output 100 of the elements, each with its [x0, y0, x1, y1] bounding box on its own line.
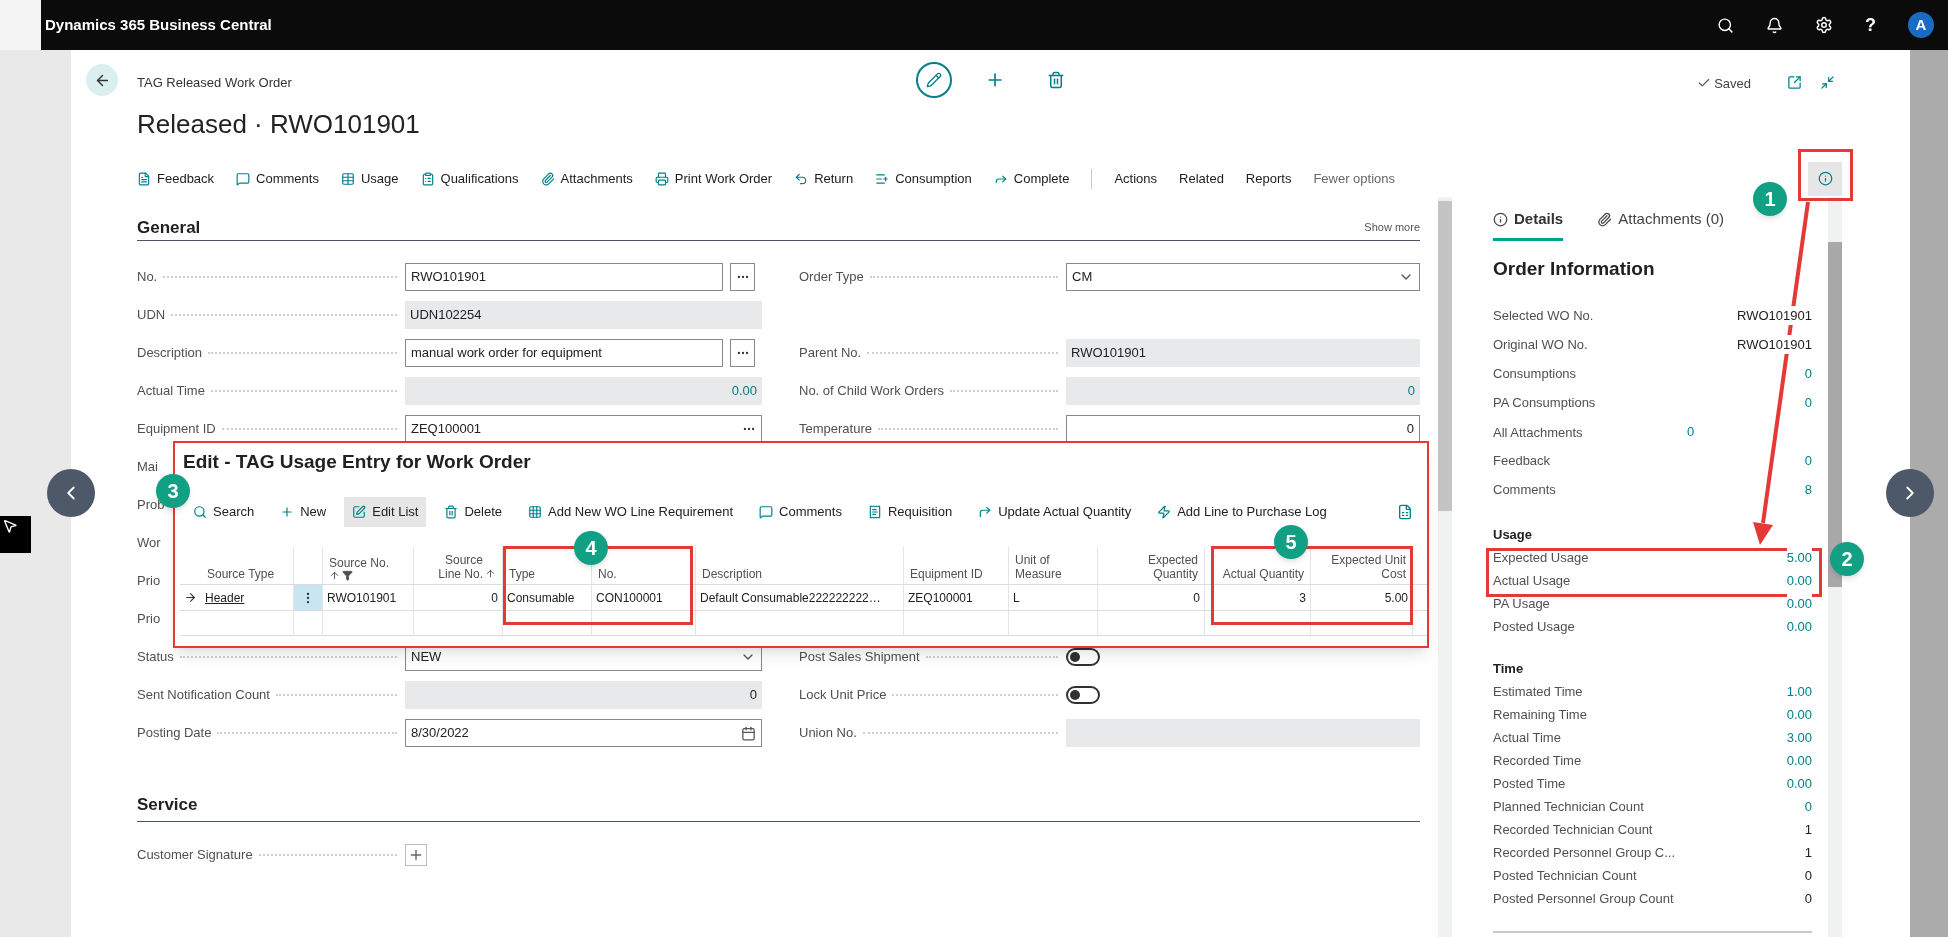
open-new-window-icon[interactable]: [1787, 75, 1802, 90]
text-field[interactable]: RWO101901: [405, 263, 723, 291]
info-value[interactable]: 0: [1687, 421, 1695, 442]
table-cell-text: 0: [1193, 589, 1200, 607]
text-field[interactable]: ZEQ100001: [411, 419, 482, 439]
action-button[interactable]: Qualifications: [420, 168, 519, 189]
read-only-field: 0.00: [405, 377, 762, 405]
column-header[interactable]: Description: [702, 567, 763, 581]
field-label: Customer Signature: [137, 846, 253, 865]
previous-button[interactable]: [47, 469, 95, 517]
paperclip-icon: [1597, 212, 1613, 227]
pointer-icon: [2, 518, 18, 534]
table-icon: [340, 171, 355, 186]
dialog-title: Edit - TAG Usage Entry for Work Order: [183, 451, 532, 473]
speech-bubble-icon: [759, 505, 774, 519]
action-button[interactable]: Complete: [993, 168, 1070, 189]
table-cell-text: 5.00: [1384, 589, 1408, 607]
dropdown-field[interactable]: NEW: [411, 647, 442, 667]
toggle-switch[interactable]: [1066, 686, 1100, 704]
toolbar-button[interactable]: Edit List: [344, 497, 427, 527]
read-only-field: UDN102254: [405, 301, 762, 329]
toggle-switch[interactable]: [1066, 648, 1100, 666]
action-button[interactable]: Usage: [340, 168, 399, 189]
info-icon: [1493, 212, 1508, 227]
bell-icon[interactable]: [1766, 16, 1783, 34]
column-header[interactable]: Source Line No.: [420, 553, 496, 581]
table-cell-text: 0: [491, 589, 498, 607]
list-plus-icon: [875, 171, 890, 186]
printer-icon: [654, 171, 669, 186]
add-button[interactable]: [405, 844, 427, 866]
scrollbar-thumb[interactable]: [1828, 242, 1842, 587]
search-icon: [193, 505, 207, 519]
page-caption: TAG Released Work Order: [137, 74, 293, 92]
column-header[interactable]: Source No.: [329, 556, 390, 581]
field-label: Lock Unit Price: [799, 686, 887, 705]
text-field[interactable]: manual work order for equipment: [405, 339, 723, 367]
group-heading: Time: [1493, 660, 1525, 679]
field-label: Post Sales Shipment: [799, 648, 920, 667]
column-header[interactable]: No.: [598, 567, 617, 581]
lookup-button[interactable]: [730, 339, 755, 367]
highlight-box: [1798, 149, 1853, 201]
column-header[interactable]: Type: [509, 567, 535, 581]
receipt-icon: [867, 505, 882, 519]
date-field[interactable]: 8/30/2022: [411, 723, 469, 743]
spreadsheet-icon[interactable]: [1397, 504, 1413, 520]
field-label: No.: [137, 268, 158, 287]
trash-icon[interactable]: [1047, 71, 1065, 89]
info-label: Feedback: [1493, 451, 1551, 470]
action-button[interactable]: Consumption: [875, 168, 972, 189]
action-button[interactable]: Return: [794, 168, 854, 189]
calendar-icon[interactable]: [741, 725, 756, 741]
plus-icon: [408, 847, 424, 863]
menu-button[interactable]: Fewer options: [1313, 168, 1396, 189]
collapse-icon[interactable]: [1820, 75, 1835, 90]
scrollbar-thumb[interactable]: [1438, 201, 1452, 511]
lookup-button[interactable]: [730, 263, 755, 291]
check-icon: [1697, 76, 1712, 90]
column-header[interactable]: Equipment ID: [910, 567, 983, 581]
back-button[interactable]: [86, 64, 118, 96]
table-cell-text: ZEQ100001: [908, 589, 973, 607]
field-label: Posting Date: [137, 724, 212, 743]
user-avatar[interactable]: A: [1908, 12, 1934, 38]
pane-tab[interactable]: Attachments (0): [1597, 201, 1725, 241]
source-type-link[interactable]: Header: [205, 588, 245, 607]
action-button[interactable]: Feedback: [137, 168, 215, 189]
info-label: Remaining Time: [1493, 705, 1587, 724]
action-button[interactable]: Attachments: [540, 168, 633, 189]
info-icon: [1817, 171, 1833, 186]
field-label: Mai: [137, 458, 158, 477]
field-label: Status: [137, 648, 174, 667]
column-header[interactable]: Expected Unit Cost: [1317, 553, 1406, 581]
help-button[interactable]: ?: [1865, 11, 1876, 39]
speech-bubble-icon: [236, 171, 251, 186]
edit-button[interactable]: [916, 62, 952, 98]
info-label: Estimated Time: [1493, 682, 1583, 701]
menu-button[interactable]: Actions: [1114, 168, 1158, 189]
pane-tab[interactable]: Details: [1493, 201, 1564, 241]
dropdown-field[interactable]: CM: [1072, 267, 1093, 287]
info-value: RWO101901: [1737, 305, 1812, 326]
number-field[interactable]: 0: [1066, 415, 1420, 443]
grid-icon: [528, 505, 543, 519]
column-header[interactable]: Expected Quantity: [1104, 553, 1198, 581]
menu-button[interactable]: Related: [1179, 168, 1224, 189]
info-label: PA Consumptions: [1493, 393, 1596, 412]
field-label: Union No.: [799, 724, 857, 743]
action-button[interactable]: Comments: [236, 168, 319, 189]
plus-icon: [280, 505, 295, 519]
search-icon[interactable]: [1717, 16, 1734, 34]
settings-icon[interactable]: [1815, 16, 1833, 34]
action-button[interactable]: Print Work Order: [654, 168, 773, 189]
column-header[interactable]: Source Type: [207, 567, 275, 581]
column-header[interactable]: Unit of Measure: [1015, 553, 1091, 581]
column-header[interactable]: Actual Quantity: [1222, 567, 1304, 581]
field-label: Sent Notification Count: [137, 686, 270, 705]
show-more-link[interactable]: Show more: [1364, 219, 1420, 236]
field-label: Parent No.: [799, 344, 862, 363]
info-label: Planned Technician Count: [1493, 797, 1644, 816]
menu-button[interactable]: Reports: [1245, 168, 1292, 189]
info-label: PA Usage: [1493, 594, 1550, 613]
details-pane-button[interactable]: [1808, 161, 1842, 196]
